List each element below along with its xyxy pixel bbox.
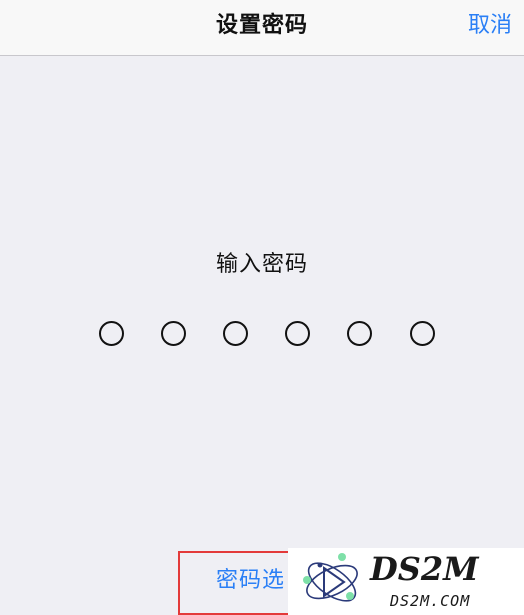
watermark: DS2M DS2M.COM — [288, 548, 524, 615]
cancel-button[interactable]: 取消 — [468, 0, 512, 52]
watermark-logo-icon: DS2M DS2M.COM — [303, 550, 480, 610]
page-title: 设置密码 — [215, 13, 308, 38]
watermark-logo-text: DS2M — [369, 550, 480, 588]
passcode-dot — [347, 321, 372, 346]
passcode-prompt: 输入密码 — [215, 252, 308, 277]
passcode-dot — [223, 321, 248, 346]
navigation-bar: 设置密码 取消 — [0, 0, 524, 56]
passcode-dot — [99, 321, 124, 346]
passcode-dot — [410, 321, 435, 346]
watermark-domain-text: DS2M.COM — [389, 592, 470, 610]
passcode-dot — [161, 321, 186, 346]
passcode-dot — [285, 321, 310, 346]
passcode-options-link[interactable]: 密码选 — [216, 562, 285, 594]
passcode-dots — [0, 0, 524, 615]
